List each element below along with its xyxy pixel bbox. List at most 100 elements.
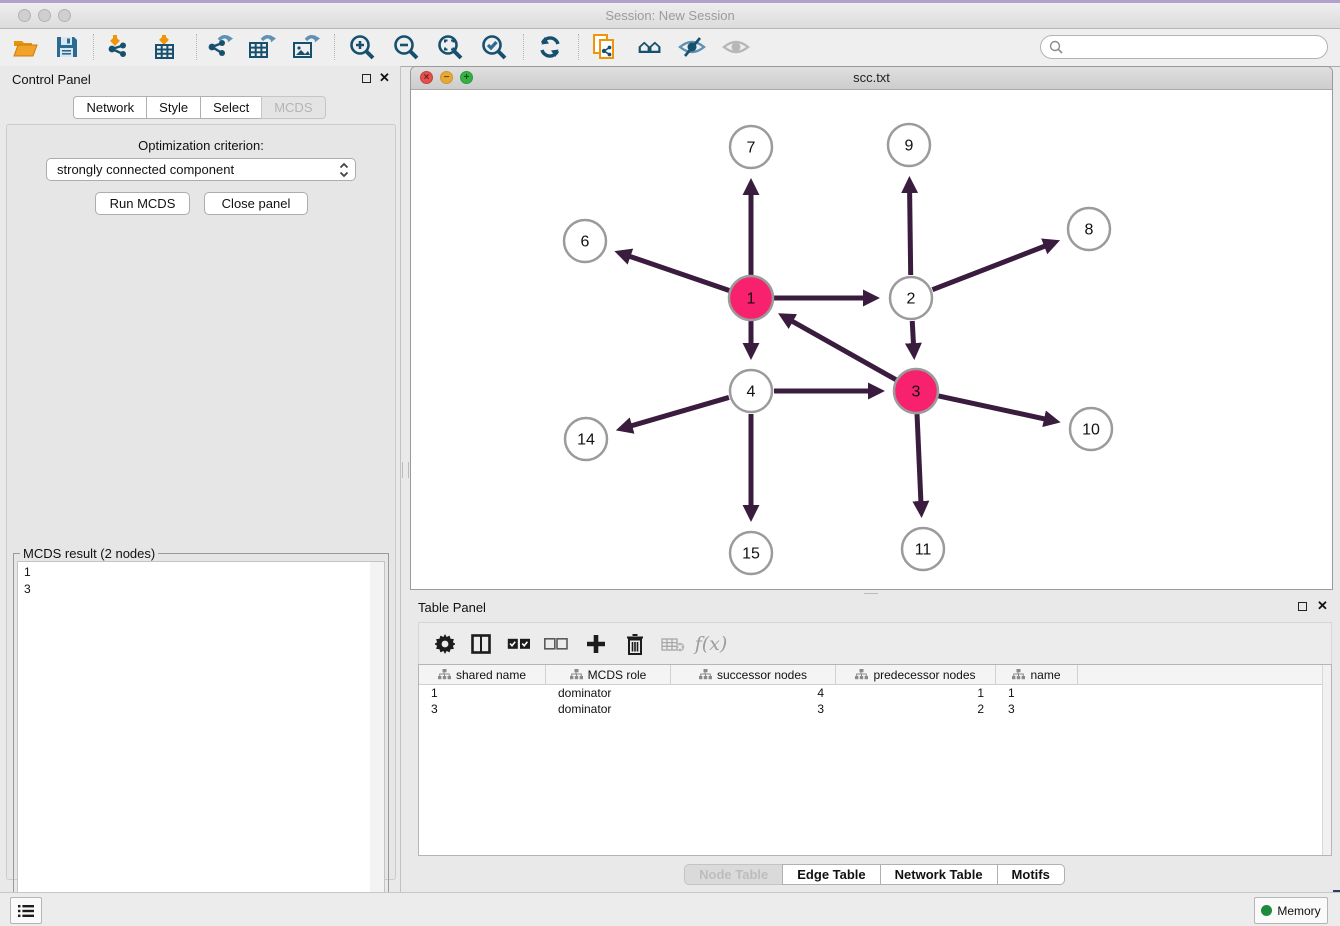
graph-edge-2-8[interactable] [932,242,1054,289]
zoom-fit-icon[interactable] [433,32,467,62]
graph-node-15[interactable]: 15 [730,532,772,574]
hide-selected-icon[interactable] [675,32,709,62]
search-input[interactable] [1067,39,1311,55]
delete-icon[interactable] [619,629,651,659]
node-table: shared nameMCDS rolesuccessor nodesprede… [418,664,1332,856]
tab-mcds[interactable]: MCDS [261,96,325,119]
graph-node-10[interactable]: 10 [1070,408,1112,450]
graph-edge-3-10[interactable] [938,396,1054,421]
criterion-select[interactable]: strongly connected component [46,158,356,181]
table-scrollbar[interactable] [1322,665,1331,855]
graph-edge-4-14[interactable] [622,397,729,428]
control-panel: Control Panel ✕ NetworkStyleSelectMCDS O… [0,66,401,892]
close-panel-button[interactable]: Close panel [204,192,308,215]
tab-network-table[interactable]: Network Table [880,864,998,885]
float-table-panel-icon[interactable] [1298,602,1307,611]
tab-edge-table[interactable]: Edge Table [782,864,880,885]
table-cell[interactable]: 3 [419,701,546,717]
graph-node-9[interactable]: 9 [888,124,930,166]
add-icon[interactable] [580,629,612,659]
graph-node-1[interactable]: 1 [729,276,773,320]
close-panel-icon[interactable]: ✕ [379,70,390,86]
tab-node-table[interactable]: Node Table [684,864,783,885]
fx-button: f(x) [695,629,727,659]
table-settings-icon[interactable] [429,629,461,659]
tab-style[interactable]: Style [146,96,201,119]
export-table-icon[interactable] [245,32,279,62]
select-all-rows-icon[interactable] [503,629,535,659]
chevron-up-down-icon [339,162,349,178]
tab-network[interactable]: Network [73,96,147,119]
table-cell[interactable]: 1 [836,685,996,701]
graph-node-7[interactable]: 7 [730,126,772,168]
mcds-result-text[interactable]: 1 3 [17,561,371,926]
table-cell[interactable]: 1 [996,685,1078,701]
graph-node-2[interactable]: 2 [890,277,932,319]
duplicate-network-icon[interactable] [588,32,622,62]
first-neighbors-icon[interactable]: ⌂⌂ [631,32,665,62]
graph-edge-3-11[interactable] [917,414,921,512]
table-cell[interactable]: 1 [419,685,546,701]
table-body: 1dominator4113dominator323 [419,685,1331,717]
graph-node-14[interactable]: 14 [565,418,607,460]
graph-node-6[interactable]: 6 [564,220,606,262]
vertical-splitter-handle[interactable] [402,462,409,478]
show-all-icon[interactable] [719,32,753,62]
column-header-MCDS-role[interactable]: MCDS role [546,665,671,684]
svg-text:2: 2 [907,291,916,308]
table-cell[interactable]: dominator [546,685,671,701]
import-table-icon[interactable] [148,32,182,62]
tab-select[interactable]: Select [200,96,262,119]
save-session-icon[interactable] [50,32,84,62]
zoom-selected-icon[interactable] [477,32,511,62]
column-header-name[interactable]: name [996,665,1078,684]
graph-edge-3-1[interactable] [783,316,896,380]
toolbar-separator [578,34,579,60]
column-header-successor-nodes[interactable]: successor nodes [671,665,836,684]
refresh-icon[interactable] [533,32,567,62]
mcds-result-title: MCDS result (2 nodes) [20,546,158,561]
table-cell[interactable]: 3 [996,701,1078,717]
graph-edge-2-3[interactable] [912,321,914,354]
graph-node-11[interactable]: 11 [902,528,944,570]
toolbar-separator [93,34,94,60]
graph-node-3[interactable]: 3 [894,369,938,413]
import-network-icon[interactable] [101,32,135,62]
deselect-all-rows-icon[interactable] [540,629,572,659]
toolbar-separator [196,34,197,60]
table-row[interactable]: 3dominator323 [419,701,1331,717]
graph-edge-1-6[interactable] [620,253,729,291]
graph-edge-2-9[interactable] [909,182,910,275]
memory-label: Memory [1277,904,1320,918]
table-panel-title: Table Panel [418,600,486,615]
table-cell[interactable]: 3 [671,701,836,717]
table-cell[interactable]: dominator [546,701,671,717]
network-canvas[interactable]: 1 2 3 4 6 7 8 9 10 11 14 15 [411,89,1332,589]
control-panel-tabs: NetworkStyleSelectMCDS [0,96,400,119]
memory-button[interactable]: Memory [1254,897,1328,924]
task-history-button[interactable] [10,897,42,924]
search-box[interactable] [1040,35,1328,59]
column-header-predecessor-nodes[interactable]: predecessor nodes [836,665,996,684]
column-header-shared-name[interactable]: shared name [419,665,546,684]
criterion-value: strongly connected component [57,162,234,177]
table-header-row: shared nameMCDS rolesuccessor nodesprede… [419,665,1331,685]
network-view-window: × − + scc.txt 1234678910111415 [410,66,1333,590]
graph-node-8[interactable]: 8 [1068,208,1110,250]
mcds-result-scrollbar[interactable] [370,561,385,926]
run-mcds-button[interactable]: Run MCDS [95,192,190,215]
export-image-icon[interactable] [289,32,323,62]
close-table-panel-icon[interactable]: ✕ [1317,598,1328,614]
zoom-out-icon[interactable] [389,32,423,62]
svg-text:4: 4 [747,384,756,401]
open-session-icon[interactable] [8,32,42,62]
toggle-columns-icon[interactable] [465,629,497,659]
table-row[interactable]: 1dominator411 [419,685,1331,701]
table-cell[interactable]: 4 [671,685,836,701]
zoom-in-icon[interactable] [345,32,379,62]
tab-motifs[interactable]: Motifs [997,864,1065,885]
graph-node-4[interactable]: 4 [730,370,772,412]
table-cell[interactable]: 2 [836,701,996,717]
export-network-icon[interactable] [202,32,236,62]
float-panel-icon[interactable] [362,74,371,83]
